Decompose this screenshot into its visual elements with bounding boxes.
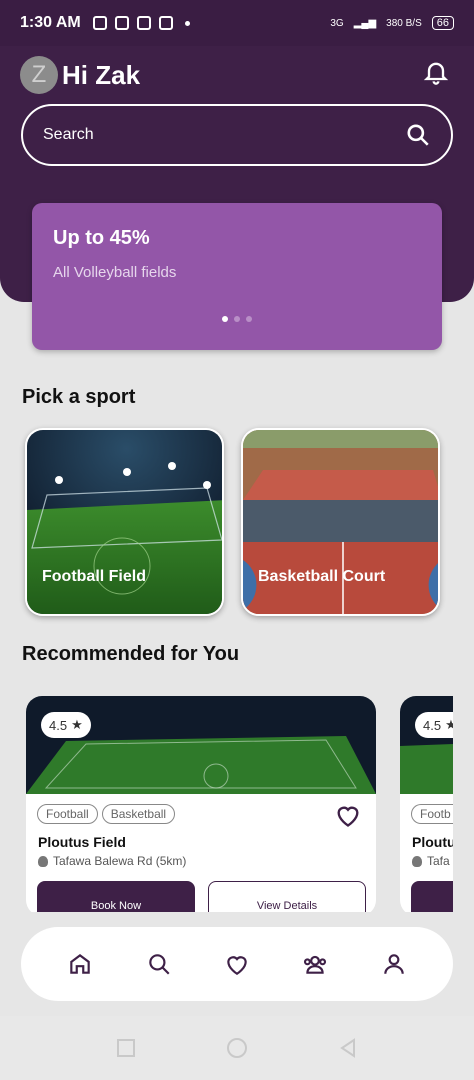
field-image: [26, 696, 376, 794]
notification-icon: [92, 16, 107, 30]
bell-icon[interactable]: [422, 58, 450, 86]
star-icon: ★: [71, 717, 83, 732]
home-icon[interactable]: [67, 951, 93, 977]
back-icon[interactable]: [338, 1038, 358, 1058]
battery-icon: 66: [431, 16, 454, 30]
status-bar: 1:30 AM 3G ▂▄▆ 380 B/S 66: [0, 0, 474, 46]
rating-badge: 4.5 ★: [415, 712, 453, 738]
sport-label: Football Field: [42, 568, 146, 585]
notification-icon: [158, 16, 173, 30]
field-image: [400, 696, 453, 794]
status-time: 1:30 AM: [20, 14, 81, 31]
data-speed: 380 B/S: [386, 17, 422, 29]
heart-icon[interactable]: [224, 951, 250, 977]
greeting-text: Hi Zak: [62, 59, 141, 90]
group-icon[interactable]: [302, 951, 328, 977]
notification-icon: [114, 16, 129, 30]
search-input[interactable]: Search: [43, 126, 94, 144]
greeting: Z Hi Zak: [20, 56, 140, 94]
carousel-indicator: [222, 316, 252, 322]
home-button-icon[interactable]: [226, 1037, 248, 1059]
bottom-navigation: [21, 927, 453, 1001]
search-icon[interactable]: [405, 122, 431, 148]
promo-banner[interactable]: Up to 45% All Volleyball fields: [32, 203, 442, 350]
search-bar[interactable]: Search: [21, 104, 453, 166]
promo-title: Up to 45%: [53, 227, 150, 249]
sport-label: Basketball Court: [258, 568, 386, 585]
recommended-card[interactable]: 4.5 ★ Footb Ploutu Tafa: [400, 696, 453, 916]
sport-card-basketball[interactable]: Basketball Court: [241, 428, 440, 616]
network-type: 3G: [330, 17, 344, 29]
system-navigation-bar: [0, 1016, 474, 1080]
signal-icon: ▂▄▆: [353, 17, 377, 29]
tag-list: Footb: [411, 804, 453, 824]
tag: Footb: [411, 804, 453, 824]
book-now-button[interactable]: Book Now: [37, 881, 195, 916]
star-icon: ★: [445, 717, 453, 732]
recommended-card[interactable]: 4.5 ★ Football Basketball Ploutus Field …: [26, 696, 376, 916]
venue-location: Tafawa Balewa Rd (5km): [38, 854, 186, 868]
recent-apps-icon[interactable]: [116, 1038, 136, 1058]
search-icon[interactable]: [146, 951, 172, 977]
notification-icon: [136, 16, 151, 30]
section-title-sports: Pick a sport: [22, 386, 136, 408]
venue-name: Ploutu: [412, 834, 453, 850]
basketball-court-image: [243, 430, 438, 614]
book-now-button[interactable]: [411, 881, 453, 916]
venue-name: Ploutus Field: [38, 834, 126, 850]
rating-badge: 4.5 ★: [41, 712, 91, 738]
profile-icon[interactable]: [381, 951, 407, 977]
view-details-button[interactable]: View Details: [208, 881, 366, 916]
tag: Football: [37, 804, 98, 824]
heart-icon[interactable]: [334, 802, 362, 828]
location-pin-icon: [412, 855, 422, 867]
venue-location: Tafa: [412, 854, 450, 868]
section-title-recommended: Recommended for You: [22, 643, 240, 665]
football-field-image: [27, 430, 222, 614]
location-pin-icon: [38, 855, 48, 867]
tag-list: Football Basketball: [37, 804, 176, 824]
promo-subtitle: All Volleyball fields: [53, 264, 177, 281]
sport-card-football[interactable]: Football Field: [25, 428, 224, 616]
avatar[interactable]: Z: [20, 56, 58, 94]
tag: Basketball: [101, 804, 176, 824]
